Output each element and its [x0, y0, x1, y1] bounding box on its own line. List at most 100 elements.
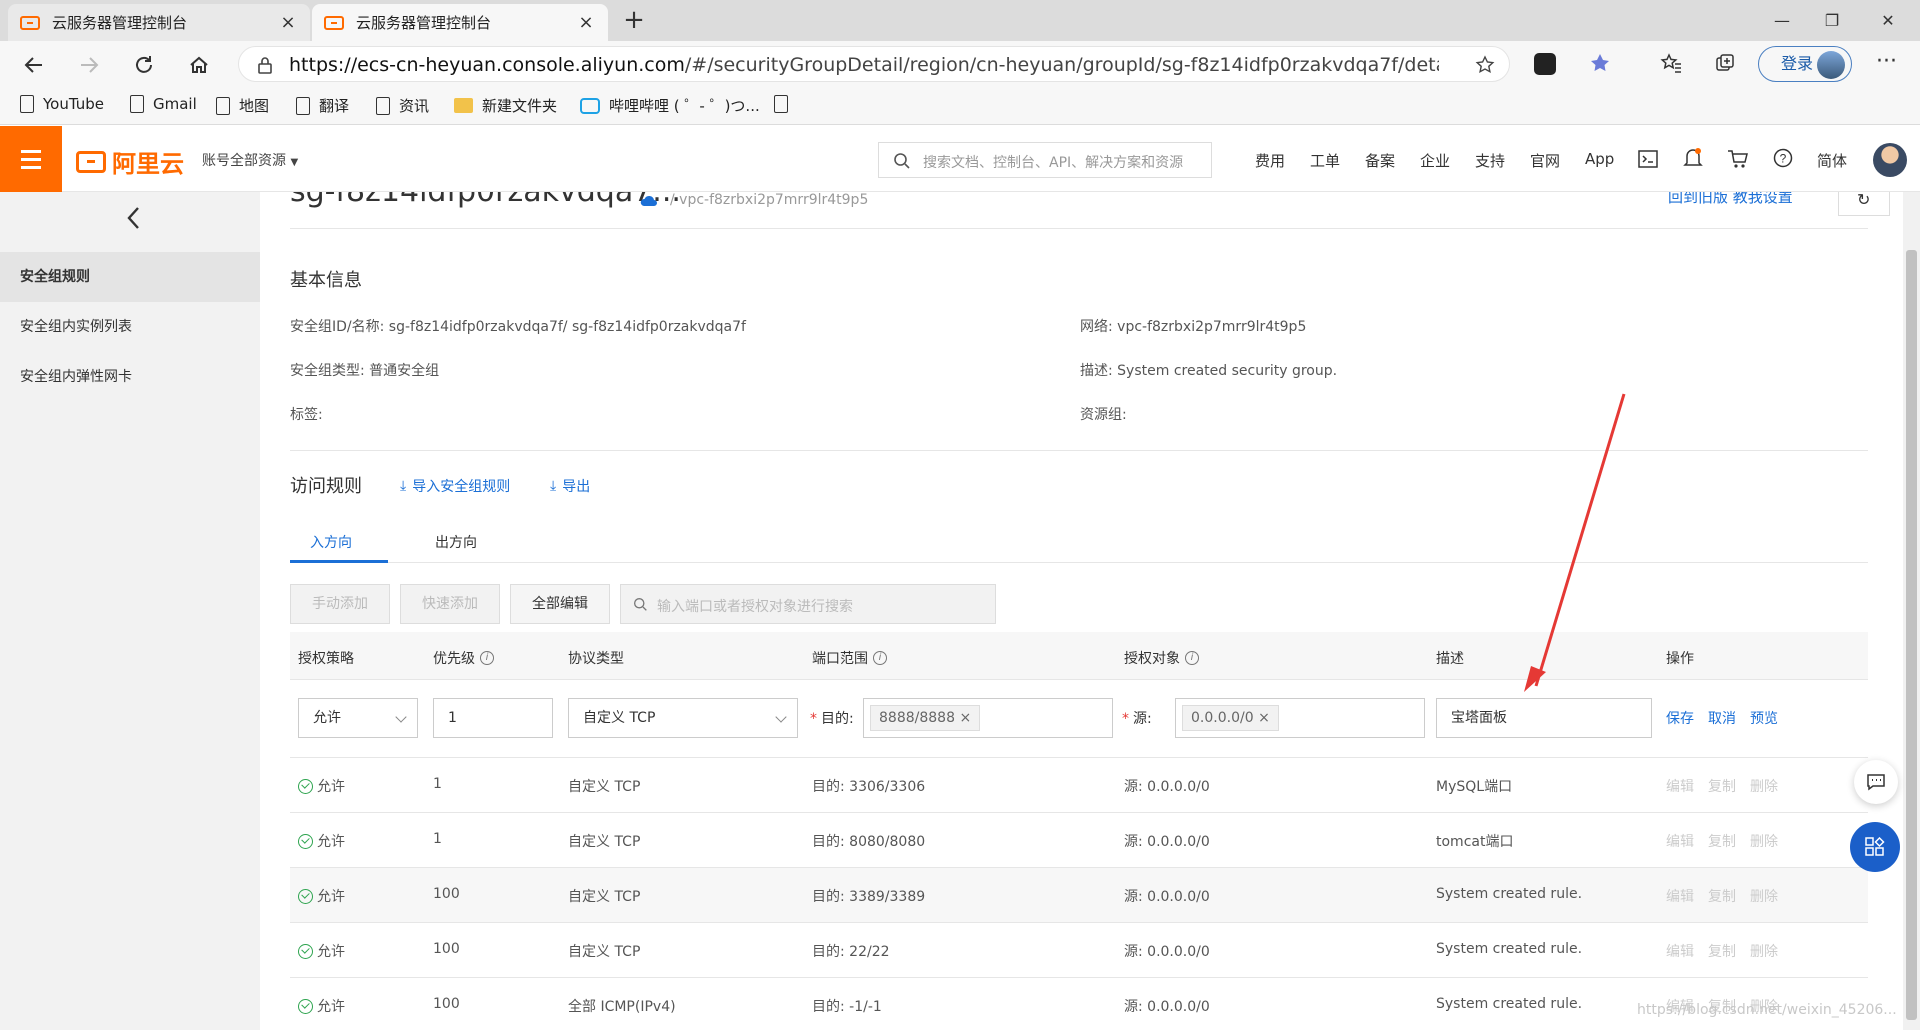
- protocol-select[interactable]: 自定义 TCP: [568, 698, 798, 738]
- bookmark-bilibili[interactable]: 哔哩哔哩 ( ゜- ゜)つ...: [580, 95, 760, 116]
- priority-input[interactable]: 1: [433, 698, 553, 738]
- browser-tab[interactable]: 云服务器管理控制台 ×: [8, 4, 310, 41]
- source-input[interactable]: 0.0.0.0/0 ×: [1175, 698, 1425, 738]
- rule-search-input[interactable]: 输入端口或者授权对象进行搜索: [620, 584, 996, 624]
- new-tab-button[interactable]: +: [617, 5, 651, 35]
- terminal-icon[interactable]: [1638, 150, 1658, 168]
- chat-float-button[interactable]: [1854, 760, 1898, 804]
- delete-action[interactable]: 删除: [1750, 831, 1778, 851]
- manual-add-button[interactable]: 手动添加: [290, 584, 390, 624]
- info-icon[interactable]: i: [480, 651, 494, 665]
- cancel-button[interactable]: 取消: [1708, 708, 1736, 728]
- nav-fees[interactable]: 费用: [1255, 150, 1285, 171]
- source-cell: 源: 0.0.0.0/0: [1124, 779, 1210, 795]
- notification-bell-icon[interactable]: [1683, 147, 1703, 169]
- console-search-input[interactable]: 搜索文档、控制台、API、解决方案和资源: [878, 142, 1212, 178]
- quick-add-button[interactable]: 快速添加: [400, 584, 500, 624]
- home-icon[interactable]: [183, 49, 215, 81]
- account-resource-menu[interactable]: 账号全部资源 ▼: [202, 150, 298, 170]
- sidebar-item-instances[interactable]: 安全组内实例列表: [0, 302, 260, 352]
- language-switch[interactable]: 简体: [1817, 150, 1847, 171]
- sg-type-row: 安全组类型: 普通安全组: [290, 360, 439, 380]
- bookmark-youtube[interactable]: YouTube: [20, 95, 104, 113]
- url-bar[interactable]: https://ecs-cn-heyuan.console.aliyun.com…: [238, 46, 1510, 82]
- protocol-cell: 自定义 TCP: [568, 834, 641, 850]
- info-icon[interactable]: i: [1185, 651, 1199, 665]
- nav-enterprise[interactable]: 企业: [1420, 150, 1450, 171]
- priority-cell: 1: [433, 776, 442, 792]
- apps-float-button[interactable]: [1850, 822, 1900, 872]
- chevron-left-icon[interactable]: [126, 206, 140, 230]
- copy-action[interactable]: 复制: [1708, 776, 1736, 796]
- extension-icon[interactable]: [1534, 53, 1556, 75]
- bookmark-news[interactable]: 资讯: [376, 95, 429, 116]
- favorite-add-icon[interactable]: [1475, 55, 1495, 75]
- address-toolbar: https://ecs-cn-heyuan.console.aliyun.com…: [0, 41, 1920, 87]
- vpc-breadcrumb[interactable]: / vpc-f8zrbxi2p7mrr9lr4t9p5: [670, 192, 868, 208]
- tab-inbound[interactable]: 入方向: [310, 532, 352, 552]
- scrollbar-thumb[interactable]: [1906, 250, 1917, 1020]
- tag-remove-icon[interactable]: ×: [959, 710, 971, 726]
- bookmark-gmail[interactable]: Gmail: [130, 95, 197, 113]
- forward-icon[interactable]: [73, 49, 105, 81]
- nav-icp[interactable]: 备案: [1365, 150, 1395, 171]
- copy-action[interactable]: 复制: [1708, 831, 1736, 851]
- browser-tab-active[interactable]: 云服务器管理控制台 ×: [312, 4, 608, 41]
- delete-action[interactable]: 删除: [1750, 941, 1778, 961]
- nav-website[interactable]: 官网: [1530, 150, 1560, 171]
- delete-action[interactable]: 删除: [1750, 776, 1778, 796]
- back-icon[interactable]: [18, 49, 50, 81]
- extension-star-icon[interactable]: [1589, 52, 1611, 74]
- aliyun-logo[interactable]: 阿里云: [76, 144, 184, 179]
- tab-outbound[interactable]: 出方向: [435, 532, 477, 552]
- edit-action[interactable]: 编辑: [1666, 886, 1694, 906]
- check-circle-icon: [298, 943, 313, 959]
- bookmark-translate[interactable]: 翻译: [296, 95, 349, 116]
- menu-icon[interactable]: [0, 126, 62, 192]
- nav-tickets[interactable]: 工单: [1310, 150, 1340, 171]
- tag-remove-icon[interactable]: ×: [1258, 710, 1270, 726]
- search-placeholder: 搜索文档、控制台、API、解决方案和资源: [923, 155, 1184, 171]
- reload-icon[interactable]: [128, 49, 160, 81]
- more-menu-icon[interactable]: ···: [1876, 49, 1897, 74]
- browser-tabstrip: 云服务器管理控制台 × 云服务器管理控制台 × + — ❐ ✕: [0, 0, 1920, 41]
- save-button[interactable]: 保存: [1666, 708, 1694, 728]
- tab-close-icon[interactable]: ×: [576, 12, 596, 33]
- port-range-input[interactable]: 8888/8888 ×: [863, 698, 1113, 738]
- delete-action[interactable]: 删除: [1750, 886, 1778, 906]
- profile-login-button[interactable]: 登录: [1758, 46, 1852, 82]
- policy-cell: 允许: [298, 941, 345, 961]
- cart-icon[interactable]: [1727, 149, 1749, 169]
- collections-icon[interactable]: [1714, 52, 1736, 74]
- bookmark-untitled[interactable]: [774, 95, 797, 113]
- copy-action[interactable]: 复制: [1708, 886, 1736, 906]
- copy-action[interactable]: 复制: [1708, 941, 1736, 961]
- tab-close-icon[interactable]: ×: [278, 12, 298, 33]
- tags-label: 标签:: [290, 407, 323, 423]
- table-row: 允许 1 自定义 TCP 目的: 3306/3306 源: 0.0.0.0/0 …: [290, 758, 1868, 813]
- maximize-icon[interactable]: ❐: [1812, 6, 1852, 36]
- info-icon[interactable]: i: [873, 651, 887, 665]
- policy-select[interactable]: 允许: [298, 698, 418, 738]
- import-rules-link[interactable]: ⤓ 导入安全组规则: [400, 476, 510, 496]
- favorites-icon[interactable]: [1660, 52, 1682, 74]
- preview-button[interactable]: 预览: [1750, 708, 1778, 728]
- user-avatar[interactable]: [1873, 143, 1907, 177]
- top-links[interactable]: 回到旧版 教我设置: [1668, 192, 1793, 207]
- sidebar-item-rules[interactable]: 安全组规则: [0, 252, 260, 302]
- edit-action[interactable]: 编辑: [1666, 831, 1694, 851]
- bookmark-new-folder[interactable]: 新建文件夹: [454, 95, 557, 116]
- sidebar-item-enis[interactable]: 安全组内弹性网卡: [0, 352, 260, 402]
- refresh-button[interactable]: ↻: [1838, 192, 1890, 216]
- window-close-icon[interactable]: ✕: [1868, 6, 1908, 36]
- export-link[interactable]: ⤓ 导出: [550, 476, 590, 496]
- minimize-icon[interactable]: —: [1762, 6, 1802, 36]
- help-icon[interactable]: ?: [1773, 148, 1793, 168]
- bookmark-map[interactable]: 地图: [216, 95, 269, 116]
- nav-app[interactable]: App: [1585, 150, 1614, 168]
- policy-cell: 允许: [298, 996, 345, 1016]
- edit-action[interactable]: 编辑: [1666, 776, 1694, 796]
- edit-all-button[interactable]: 全部编辑: [510, 584, 610, 624]
- edit-action[interactable]: 编辑: [1666, 941, 1694, 961]
- nav-support[interactable]: 支持: [1475, 150, 1505, 171]
